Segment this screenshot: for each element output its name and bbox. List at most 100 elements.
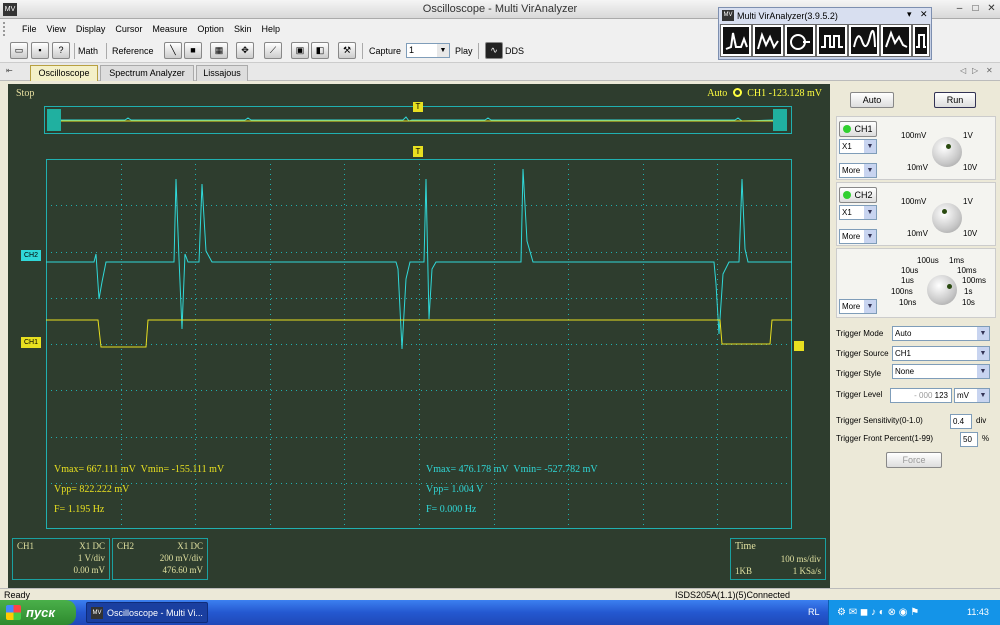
trigger-front-input[interactable]: 50 xyxy=(960,432,978,447)
dds-wave-icon[interactable]: ∿ xyxy=(485,42,503,59)
language-indicator[interactable]: RL xyxy=(808,600,820,625)
dds-button[interactable]: DDS xyxy=(505,42,524,60)
ch2-probe-select[interactable]: X1 ▼ xyxy=(839,205,877,220)
ch1-frequency: F= 1.195 Hz xyxy=(54,504,105,515)
status-bar: Ready ISDS205A(1.1)(5)Connected xyxy=(0,588,1000,600)
trigger-sensitivity-unit: div xyxy=(976,416,987,425)
ch2-group: CH2 X1 ▼ More ▼ 100mV 1V 10mV 10V xyxy=(836,182,996,246)
ch2-level-marker[interactable]: CH2 xyxy=(21,250,41,261)
help-icon[interactable]: ? xyxy=(52,42,70,59)
scroll-left-icon[interactable]: ◁ xyxy=(960,66,966,75)
ch2-led-icon xyxy=(843,191,852,199)
ch2-toggle-label: CH2 xyxy=(854,190,873,200)
analyzer-tool-icon[interactable] xyxy=(880,24,912,57)
menu-help[interactable]: Help xyxy=(256,19,285,39)
open-folder-icon[interactable]: ▭ xyxy=(10,42,28,59)
chevron-down-icon: ▼ xyxy=(977,327,989,340)
dropdown-arrow-icon[interactable]: ▾ xyxy=(907,9,912,20)
tab-spectrum-analyzer[interactable]: Spectrum Analyzer xyxy=(100,65,194,81)
ch2-info-box[interactable]: CH2 X1 DC 200 mV/div 476.60 mV xyxy=(112,538,208,580)
ch2-volts-knob[interactable] xyxy=(932,203,962,233)
logic-tool-icon[interactable] xyxy=(816,24,848,57)
trigger-position-marker[interactable]: T xyxy=(413,146,423,157)
run-button[interactable]: Run xyxy=(934,92,976,108)
oscilloscope-tool-icon[interactable] xyxy=(720,24,752,57)
start-button[interactable]: пуск xyxy=(0,600,76,625)
ch1-more-select[interactable]: More ▼ xyxy=(839,163,877,178)
recorder-tool-icon[interactable] xyxy=(784,24,816,57)
capture-select[interactable]: 1 ▼ xyxy=(406,43,450,58)
ch2-more-select[interactable]: More ▼ xyxy=(839,229,877,244)
signal-generator-tool-icon[interactable] xyxy=(848,24,880,57)
reference-button[interactable]: Reference xyxy=(112,42,154,60)
close-tab-icon[interactable]: ✕ xyxy=(986,66,993,75)
close-icon[interactable]: ✕ xyxy=(920,9,928,20)
ch1-toggle-button[interactable]: CH1 xyxy=(839,121,877,137)
save-icon[interactable]: ▪ xyxy=(31,42,49,59)
ch1-info-box[interactable]: CH1 X1 DC 1 V/div 0.00 mV xyxy=(12,538,110,580)
time-more-value: More xyxy=(842,302,861,311)
menu-measure[interactable]: Measure xyxy=(147,19,192,39)
tray-icons[interactable]: ⚙ ✉ ◼ ♪ ◐ ⊗ ◉ ⚑ xyxy=(837,600,919,625)
trigger-mode-value: Auto xyxy=(895,329,912,338)
pulse-tool-icon[interactable] xyxy=(912,24,930,57)
trigger-style-value: None xyxy=(895,367,915,376)
scroll-right-icon[interactable]: ▷ xyxy=(972,66,978,75)
split-window-icon[interactable]: ◧ xyxy=(311,42,329,59)
force-trigger-button[interactable]: Force xyxy=(886,452,942,468)
stop-square-icon[interactable]: ■ xyxy=(184,42,202,59)
trigger-front-unit: % xyxy=(982,434,990,443)
trigger-source-select[interactable]: CH1 ▼ xyxy=(892,346,990,361)
trigger-style-select[interactable]: None ▼ xyxy=(892,364,990,379)
cursor-line-icon[interactable]: ╲ xyxy=(164,42,182,59)
timebase-info-title: Time xyxy=(735,541,756,552)
timebase-knob[interactable] xyxy=(927,275,957,305)
trigger-level-input[interactable]: - 000 123 xyxy=(890,388,952,403)
math-button[interactable]: Math xyxy=(78,42,98,60)
trigger-sensitivity-input[interactable]: 0.4 xyxy=(950,414,972,429)
target-icon[interactable]: ✥ xyxy=(236,42,254,59)
ch1-knob-label: 10mV xyxy=(907,163,928,172)
auto-button[interactable]: Auto xyxy=(850,92,894,108)
spectrum-tool-icon[interactable] xyxy=(752,24,784,57)
app-window: MV Oscilloscope - Multi VirAnalyzer – □ … xyxy=(0,0,1000,625)
maximize-button[interactable]: □ xyxy=(968,2,983,16)
menu-file[interactable]: File xyxy=(17,19,42,39)
chevron-down-icon: ▼ xyxy=(864,230,876,243)
time-knob-label: 1us xyxy=(901,276,914,285)
menu-cursor[interactable]: Cursor xyxy=(110,19,147,39)
menu-display[interactable]: Display xyxy=(71,19,111,39)
pin-icon[interactable]: ⇤ xyxy=(6,66,13,75)
waveform-plot[interactable]: Vmax= 667.111 mV Vmin= -155.111 mV Vpp= … xyxy=(46,159,792,529)
tab-lissajous[interactable]: Lissajous xyxy=(196,65,248,81)
timebase-group: 100us 1ms 10us 10ms 1us 100ms 100ns 1s 1… xyxy=(836,248,996,318)
hammer-icon[interactable]: ⚒ xyxy=(338,42,356,59)
taskbar: пуск MV Oscilloscope - Multi Vi... RL ⚙ ✉… xyxy=(0,600,1000,625)
probe-icon[interactable]: ⟋ xyxy=(264,42,282,59)
color-palette-icon[interactable]: ▦ xyxy=(210,42,228,59)
time-more-select[interactable]: More ▼ xyxy=(839,299,877,314)
ch1-level-marker[interactable]: CH1 xyxy=(21,337,41,348)
taskbar-item-oscilloscope[interactable]: MV Oscilloscope - Multi Vi... xyxy=(86,602,208,623)
trigger-mode-select[interactable]: Auto ▼ xyxy=(892,326,990,341)
chevron-down-icon: ▼ xyxy=(864,300,876,313)
time-knob-label: 10ms xyxy=(957,266,977,275)
ch1-probe-select[interactable]: X1 ▼ xyxy=(839,139,877,154)
trigger-mode-label: Trigger Mode xyxy=(836,329,884,338)
tab-oscilloscope[interactable]: Oscilloscope xyxy=(30,65,98,81)
ch2-toggle-button[interactable]: CH2 xyxy=(839,187,877,203)
trigger-level-marker[interactable] xyxy=(794,341,804,351)
play-button[interactable]: Play xyxy=(455,42,473,60)
menu-view[interactable]: View xyxy=(42,19,71,39)
ch2-info-mode: X1 DC xyxy=(177,541,203,551)
menu-skin[interactable]: Skin xyxy=(229,19,257,39)
ch1-volts-knob[interactable] xyxy=(932,137,962,167)
ch1-knob-label: 10V xyxy=(963,163,978,172)
trigger-level-unit-select[interactable]: mV ▼ xyxy=(954,388,990,403)
single-window-icon[interactable]: ▣ xyxy=(291,42,309,59)
menu-option[interactable]: Option xyxy=(192,19,229,39)
close-button[interactable]: ✕ xyxy=(984,2,999,16)
timebase-info-box[interactable]: Time 100 ms/div 1KB 1 KSa/s xyxy=(730,538,826,580)
ch1-info-offset: 0.00 mV xyxy=(73,565,106,575)
minimize-button[interactable]: – xyxy=(952,2,967,16)
